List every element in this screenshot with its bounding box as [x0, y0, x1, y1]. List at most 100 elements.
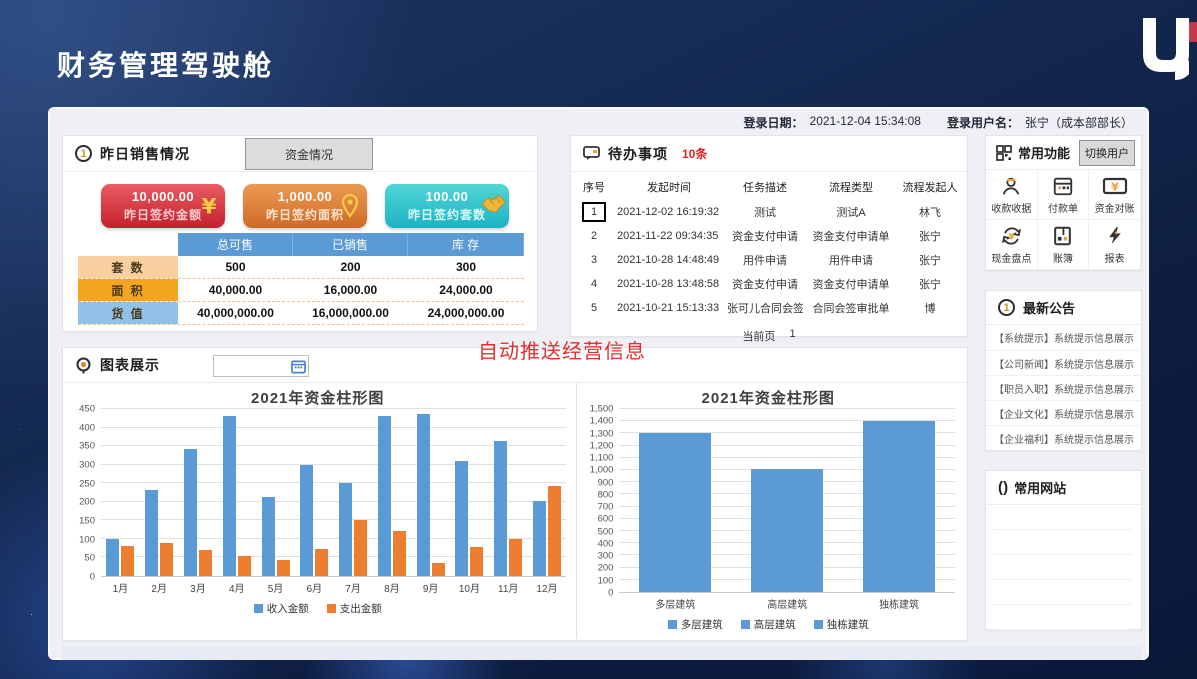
funds-reconcile-icon: ¥ — [1102, 175, 1128, 197]
todo-task: 测试 — [727, 204, 803, 220]
x-axis-tick-label: 5月 — [256, 580, 295, 595]
bar-group — [372, 409, 411, 576]
sales-cell-value: 24,000,000.00 — [408, 302, 524, 324]
todo-seq: 5 — [577, 302, 611, 314]
tab-funds-status[interactable]: 资金情况 — [245, 138, 373, 170]
dashboard-panel: 登录日期： 2021-12-04 15:34:08 登录用户名： 张宁（成本部部… — [48, 107, 1149, 660]
location-pin-icon — [338, 193, 364, 219]
website-empty-row — [994, 555, 1133, 580]
announcement-item[interactable]: 【公司新闻】系统提示信息展示 — [986, 350, 1141, 375]
chart-bar — [378, 416, 391, 576]
functions-card-header: 常用功能 切换用户 — [986, 136, 1141, 170]
chart-bar — [184, 449, 197, 576]
y-axis-tick-label: 800 — [581, 489, 613, 500]
function-item-报表[interactable]: 报表 — [1089, 220, 1141, 270]
switch-user-button[interactable]: 切换用户 — [1079, 140, 1135, 166]
sales-row-label: 货 值 — [78, 302, 178, 324]
sales-table-row: 套 数500200300 — [78, 256, 524, 279]
sales-cell-value: 16,000,000.00 — [293, 302, 408, 324]
todo-row[interactable]: 22021-11-22 09:34:35资金支付申请资金支付申请单张宁 — [577, 224, 961, 248]
pagination-current-page[interactable]: 1 — [789, 328, 795, 344]
announcement-item[interactable]: 【企业福利】系统提示信息展示 — [986, 425, 1141, 450]
sales-column-header: 已销售 — [293, 233, 408, 256]
legend-swatch — [741, 620, 750, 629]
function-item-label: 付款单 — [1048, 200, 1078, 215]
payment-doc-icon — [1051, 175, 1075, 197]
legend-item: 收入金额 — [254, 601, 309, 616]
todo-row[interactable]: 32021-10-28 14:48:49用件申请用件申请张宁 — [577, 248, 961, 272]
function-item-收款收据[interactable]: 收款收据 — [986, 170, 1038, 220]
svg-text:¥: ¥ — [1111, 180, 1119, 193]
todo-initiator: 博 — [899, 300, 961, 316]
todo-initiator: 张宁 — [899, 228, 961, 244]
chart-plot — [101, 409, 566, 577]
todo-initiator: 张宁 — [899, 252, 961, 268]
panel-footer-strip — [62, 646, 1142, 660]
todo-table: 序号发起时间任务描述流程类型流程发起人12021-12-02 16:19:32测… — [571, 172, 967, 320]
chart-building-funds: 2021年资金柱形图01002003004005006007008009001,… — [576, 383, 967, 639]
legend-swatch — [254, 604, 263, 613]
y-axis-tick-label: 300 — [69, 460, 95, 471]
sales-title: 昨日销售情况 — [100, 144, 190, 164]
chart-bar — [509, 539, 522, 576]
kpi-badge[interactable]: 1,000.00昨日签约面积 — [243, 184, 367, 228]
y-axis-tick-label: 0 — [581, 588, 613, 599]
chart-plot-area: 050100150200250300350400450 — [69, 409, 566, 577]
websites-list — [986, 505, 1141, 630]
todo-count-badge: 10条 — [682, 145, 707, 162]
kpi-badge[interactable]: 100.00昨日签约套数 — [385, 184, 509, 228]
chart-bar — [160, 543, 173, 576]
x-axis-tick-label: 3月 — [179, 580, 218, 595]
x-axis-tick-label: 多层建筑 — [619, 596, 731, 611]
todo-row[interactable]: 42021-10-28 13:48:58资金支付申请资金支付申请单张宁 — [577, 272, 961, 296]
sales-cell-value: 40,000.00 — [178, 279, 293, 301]
legend-swatch — [668, 620, 677, 629]
function-item-资金对账[interactable]: ¥资金对账 — [1089, 170, 1141, 220]
todo-initiator: 林飞 — [899, 204, 961, 220]
chart-bar — [455, 461, 468, 576]
chart-bar — [339, 483, 352, 576]
sales-badges: 10,000.00昨日签约金额¥ 1,000.00昨日签约面积 100.00昨日签约… — [101, 184, 511, 228]
x-axis-tick-label: 2月 — [140, 580, 179, 595]
sales-table-row: 面 积40,000.0016,000.0024,000.00 — [78, 279, 524, 302]
bar-group — [843, 409, 955, 592]
announcement-item[interactable]: 【企业文化】系统提示信息展示 — [986, 400, 1141, 425]
handshake-icon — [480, 193, 506, 219]
y-axis-tick-label: 1,200 — [581, 440, 613, 451]
calendar-icon[interactable] — [291, 359, 306, 374]
function-item-付款单[interactable]: 付款单 — [1038, 170, 1090, 220]
chart-bar — [262, 497, 275, 576]
x-axis-tick-label: 高层建筑 — [731, 596, 843, 611]
target-icon — [75, 357, 92, 374]
y-axis-tick-label: 400 — [581, 538, 613, 549]
y-axis-tick-label: 900 — [581, 477, 613, 488]
chart-bar — [863, 421, 935, 592]
chart-bar — [277, 560, 290, 576]
login-user-label: 登录用户名： — [947, 114, 1019, 131]
todo-row[interactable]: 12021-12-02 16:19:32测试测试A林飞 — [577, 200, 961, 224]
sales-cell-value: 24,000.00 — [408, 279, 524, 301]
announcement-item[interactable]: 【职员入职】系统提示信息展示 — [986, 375, 1141, 400]
todo-row[interactable]: 52021-10-21 15:13:33张可儿合同会签审批单合同会签审批单博 — [577, 296, 961, 320]
chart-bar — [354, 520, 367, 576]
kpi-badge[interactable]: 10,000.00昨日签约金额¥ — [101, 184, 225, 228]
website-empty-row — [994, 580, 1133, 605]
todo-column-header: 流程发起人 — [899, 179, 961, 195]
bar-group — [619, 409, 731, 592]
common-functions-card: 常用功能 切换用户 收款收据付款单 ¥资金对账 ¥现金盘点账簿报表 — [985, 135, 1142, 271]
x-axis-tick-label: 独栋建筑 — [843, 596, 955, 611]
chart-bar — [432, 563, 445, 576]
todo-column-header: 发起时间 — [611, 179, 727, 195]
announcement-item[interactable]: 【系统提示】系统提示信息展示 — [986, 325, 1141, 350]
legend-label: 支出金额 — [340, 601, 382, 616]
legend-item: 独栋建筑 — [814, 617, 869, 632]
function-item-现金盘点[interactable]: ¥现金盘点 — [986, 220, 1038, 270]
pagination-label: 当前页 — [742, 328, 775, 344]
function-item-账簿[interactable]: 账簿 — [1038, 220, 1090, 270]
todo-seq: 2 — [577, 230, 611, 242]
page-title: 财务管理驾驶舱 — [57, 44, 274, 84]
chart-monthly-funds: 2021年资金柱形图0501001502002503003504004501月2… — [63, 383, 576, 639]
announcements-list: 【系统提示】系统提示信息展示【公司新闻】系统提示信息展示【职员入职】系统提示信息… — [986, 325, 1141, 450]
sales-table: 总可售已销售库 存套 数500200300面 积40,000.0016,000.… — [78, 233, 524, 325]
chart-bar — [548, 486, 561, 576]
